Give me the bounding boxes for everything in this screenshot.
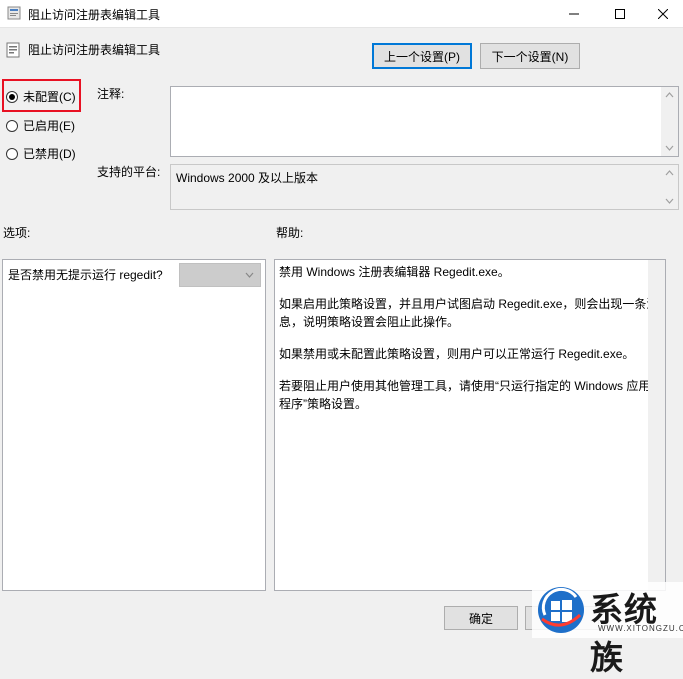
previous-setting-button[interactable]: 上一个设置(P) xyxy=(372,43,472,69)
option-question: 是否禁用无提示运行 regedit? xyxy=(8,268,163,282)
comment-label: 注释: xyxy=(97,87,125,101)
platform-value: Windows 2000 及以上版本 xyxy=(176,171,319,185)
help-pane: 禁用 Windows 注册表编辑器 Regedit.exe。 如果启用此策略设置… xyxy=(274,259,666,591)
policy-title: 阻止访问注册表编辑工具 xyxy=(28,43,161,57)
minimize-button[interactable] xyxy=(551,0,597,28)
comment-textarea[interactable] xyxy=(170,86,679,157)
radio-not-configured[interactable]: 未配置(C) xyxy=(6,88,76,105)
option-row: 是否禁用无提示运行 regedit? xyxy=(8,266,163,283)
radio-circle[interactable] xyxy=(6,90,18,103)
title-bar: 阻止访问注册表编辑工具 xyxy=(0,0,683,28)
next-setting-button[interactable]: 下一个设置(N) xyxy=(480,43,580,69)
platform-field: Windows 2000 及以上版本 xyxy=(170,164,679,210)
ok-button[interactable]: 确定 xyxy=(444,606,518,630)
app-icon xyxy=(7,6,21,20)
minimize-icon xyxy=(569,13,579,15)
options-pane: 是否禁用无提示运行 regedit? xyxy=(2,259,266,591)
help-paragraph: 若要阻止用户使用其他管理工具，请使用“只运行指定的 Windows 应用程序”策… xyxy=(279,379,651,411)
scroll-down-icon xyxy=(665,198,674,204)
windows-logo-icon xyxy=(538,587,584,633)
policy-settings-icon xyxy=(6,42,20,58)
radio-label: 已启用(E) xyxy=(23,119,75,133)
options-label: 选项: xyxy=(3,226,31,240)
maximize-button[interactable] xyxy=(597,0,643,28)
scroll-up-icon xyxy=(665,92,674,98)
scroll-up-icon xyxy=(665,170,674,176)
platform-label: 支持的平台: xyxy=(97,165,161,179)
scroll-down-icon xyxy=(665,145,674,151)
chevron-down-icon xyxy=(245,272,254,278)
radio-label: 已禁用(D) xyxy=(23,147,76,161)
radio-enabled[interactable]: 已启用(E) xyxy=(6,117,75,134)
window-title: 阻止访问注册表编辑工具 xyxy=(28,8,161,22)
regedit-silent-select[interactable] xyxy=(179,263,261,287)
help-paragraph: 如果禁用或未配置此策略设置，则用户可以正常运行 Regedit.exe。 xyxy=(279,347,635,361)
help-scrollbar[interactable] xyxy=(648,260,665,590)
close-button[interactable] xyxy=(643,0,683,28)
help-content: 禁用 Windows 注册表编辑器 Regedit.exe。 如果启用此策略设置… xyxy=(279,263,661,413)
radio-circle[interactable] xyxy=(6,147,18,160)
watermark-logo: 系统族 WWW.XITONGZU.COM xyxy=(532,582,683,677)
comment-scrollbar[interactable] xyxy=(661,87,678,156)
radio-circle[interactable] xyxy=(6,119,18,132)
radio-disabled[interactable]: 已禁用(D) xyxy=(6,145,76,162)
watermark-url: WWW.XITONGZU.COM xyxy=(598,624,683,633)
help-paragraph: 如果启用此策略设置，并且用户试图启动 Regedit.exe，则会出现一条消息，… xyxy=(279,297,659,329)
close-icon xyxy=(658,9,668,19)
help-label: 帮助: xyxy=(276,226,304,240)
radio-label: 未配置(C) xyxy=(23,90,76,104)
platform-scrollbar[interactable] xyxy=(661,165,678,209)
maximize-icon xyxy=(615,9,625,19)
help-paragraph: 禁用 Windows 注册表编辑器 Regedit.exe。 xyxy=(279,265,510,279)
